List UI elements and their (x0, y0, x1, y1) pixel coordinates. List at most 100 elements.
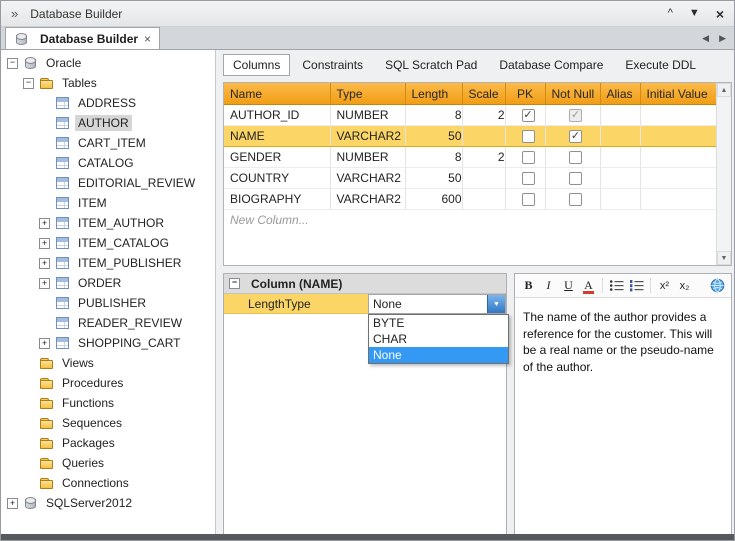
pk-checkbox[interactable] (522, 172, 535, 185)
tab-scroll-right-icon[interactable]: ▶ (719, 33, 726, 44)
pk-checkbox[interactable] (522, 193, 535, 206)
tree-item-item-publisher[interactable]: ITEM_PUBLISHER (1, 253, 215, 273)
grid-scrollbar[interactable]: ▲ ▼ (716, 83, 731, 265)
lengthtype-combobox[interactable]: None ▼ (368, 294, 506, 314)
expander-icon[interactable] (39, 238, 50, 249)
cell-alias[interactable] (600, 168, 640, 189)
tab-database-compare[interactable]: Database Compare (489, 54, 613, 76)
expander-icon[interactable] (39, 338, 50, 349)
cell-type[interactable]: VARCHAR2 (330, 126, 405, 147)
cell-scale[interactable] (462, 126, 505, 147)
cell-name[interactable]: NAME (224, 126, 330, 147)
tree-item-functions[interactable]: Functions (1, 393, 215, 413)
collapse-icon[interactable]: ^ (668, 8, 673, 19)
cell-length[interactable]: 8 (405, 105, 462, 126)
cell-type[interactable]: VARCHAR2 (330, 189, 405, 210)
tab-execute-ddl[interactable]: Execute DDL (615, 54, 706, 76)
not-null-checkbox[interactable] (569, 193, 582, 206)
cell-alias[interactable] (600, 147, 640, 168)
dropdown-option-byte[interactable]: BYTE (369, 315, 508, 331)
cell-length[interactable]: 50 (405, 168, 462, 189)
cell-name[interactable]: BIOGRAPHY (224, 189, 330, 210)
tree-item-publisher[interactable]: PUBLISHER (1, 293, 215, 313)
tree-item-queries[interactable]: Queries (1, 453, 215, 473)
cell-type[interactable]: NUMBER (330, 147, 405, 168)
tree-item-connections[interactable]: Connections (1, 473, 215, 493)
cell-initial-value[interactable] (640, 168, 717, 189)
tree-item-item-author[interactable]: ITEM_AUTHOR (1, 213, 215, 233)
dropdown-option-none[interactable]: None (369, 347, 508, 363)
cell-type[interactable]: VARCHAR2 (330, 168, 405, 189)
bullet-list-button[interactable] (607, 276, 626, 295)
cell-name[interactable]: AUTHOR_ID (224, 105, 330, 126)
chevron-down-icon[interactable]: ▼ (487, 295, 505, 313)
table-row[interactable]: AUTHOR_ID NUMBER 8 2 (224, 105, 717, 126)
expander-icon[interactable] (39, 218, 50, 229)
tree-item-reader-review[interactable]: READER_REVIEW (1, 313, 215, 333)
tree-item-oracle[interactable]: Oracle (1, 53, 215, 73)
cell-scale[interactable]: 2 (462, 105, 505, 126)
cell-scale[interactable] (462, 168, 505, 189)
tree-item-address[interactable]: ADDRESS (1, 93, 215, 113)
tab-database-builder[interactable]: Database Builder × (5, 27, 160, 49)
tree-item-sqlserver2012[interactable]: SQLServer2012 (1, 493, 215, 513)
underline-button[interactable]: U (559, 276, 578, 295)
italic-button[interactable]: I (539, 276, 558, 295)
property-row-lengthtype[interactable]: LengthType None ▼ (224, 294, 506, 314)
expander-icon[interactable] (7, 498, 18, 509)
tree-item-shopping-cart[interactable]: SHOPPING_CART (1, 333, 215, 353)
hyperlink-globe-button[interactable] (708, 276, 727, 295)
table-row[interactable]: GENDER NUMBER 8 2 (224, 147, 717, 168)
scroll-up-icon[interactable]: ▲ (717, 83, 731, 97)
tree-item-tables[interactable]: Tables (1, 73, 215, 93)
cell-initial-value[interactable] (640, 147, 717, 168)
tree-item-packages[interactable]: Packages (1, 433, 215, 453)
tree-item-order[interactable]: ORDER (1, 273, 215, 293)
tab-close-icon[interactable]: × (144, 32, 151, 46)
cell-type[interactable]: NUMBER (330, 105, 405, 126)
table-row[interactable]: BIOGRAPHY VARCHAR2 600 (224, 189, 717, 210)
subscript-button[interactable]: x₂ (675, 276, 694, 295)
cell-alias[interactable] (600, 126, 640, 147)
font-color-button[interactable]: A (579, 276, 598, 295)
tree-item-item-catalog[interactable]: ITEM_CATALOG (1, 233, 215, 253)
pk-checkbox[interactable] (522, 130, 535, 143)
menu-dropdown-icon[interactable]: ▼ (689, 8, 700, 19)
cell-alias[interactable] (600, 189, 640, 210)
tree-item-procedures[interactable]: Procedures (1, 373, 215, 393)
cell-length[interactable]: 600 (405, 189, 462, 210)
cell-length[interactable]: 50 (405, 126, 462, 147)
tree-item-catalog[interactable]: CATALOG (1, 153, 215, 173)
tab-columns[interactable]: Columns (223, 54, 290, 76)
cell-initial-value[interactable] (640, 105, 717, 126)
expander-icon[interactable] (39, 278, 50, 289)
expander-icon[interactable] (23, 78, 34, 89)
cell-alias[interactable] (600, 105, 640, 126)
tree-item-item[interactable]: ITEM (1, 193, 215, 213)
close-icon[interactable]: × (716, 7, 724, 21)
pk-checkbox[interactable] (522, 109, 535, 122)
not-null-checkbox[interactable] (569, 109, 582, 122)
cell-length[interactable]: 8 (405, 147, 462, 168)
new-column-label[interactable]: New Column... (224, 210, 717, 231)
tab-constraints[interactable]: Constraints (292, 54, 373, 76)
table-row[interactable]: NAME VARCHAR2 50 (224, 126, 717, 147)
cell-initial-value[interactable] (640, 126, 717, 147)
scrollbar-track[interactable] (717, 97, 731, 251)
numbered-list-button[interactable] (627, 276, 646, 295)
not-null-checkbox[interactable] (569, 151, 582, 164)
cell-scale[interactable] (462, 189, 505, 210)
cell-name[interactable]: COUNTRY (224, 168, 330, 189)
notes-text[interactable]: The name of the author provides a refere… (515, 298, 731, 386)
superscript-button[interactable]: x² (655, 276, 674, 295)
dropdown-option-char[interactable]: CHAR (369, 331, 508, 347)
scroll-down-icon[interactable]: ▼ (717, 251, 731, 265)
overflow-chevrons-icon[interactable]: » (11, 6, 18, 21)
table-row[interactable]: COUNTRY VARCHAR2 50 (224, 168, 717, 189)
tree-item-sequences[interactable]: Sequences (1, 413, 215, 433)
property-group-header[interactable]: Column (NAME) (224, 274, 506, 294)
cell-initial-value[interactable] (640, 189, 717, 210)
expander-icon[interactable] (39, 258, 50, 269)
cell-scale[interactable]: 2 (462, 147, 505, 168)
new-column-row[interactable]: New Column... (224, 210, 717, 231)
